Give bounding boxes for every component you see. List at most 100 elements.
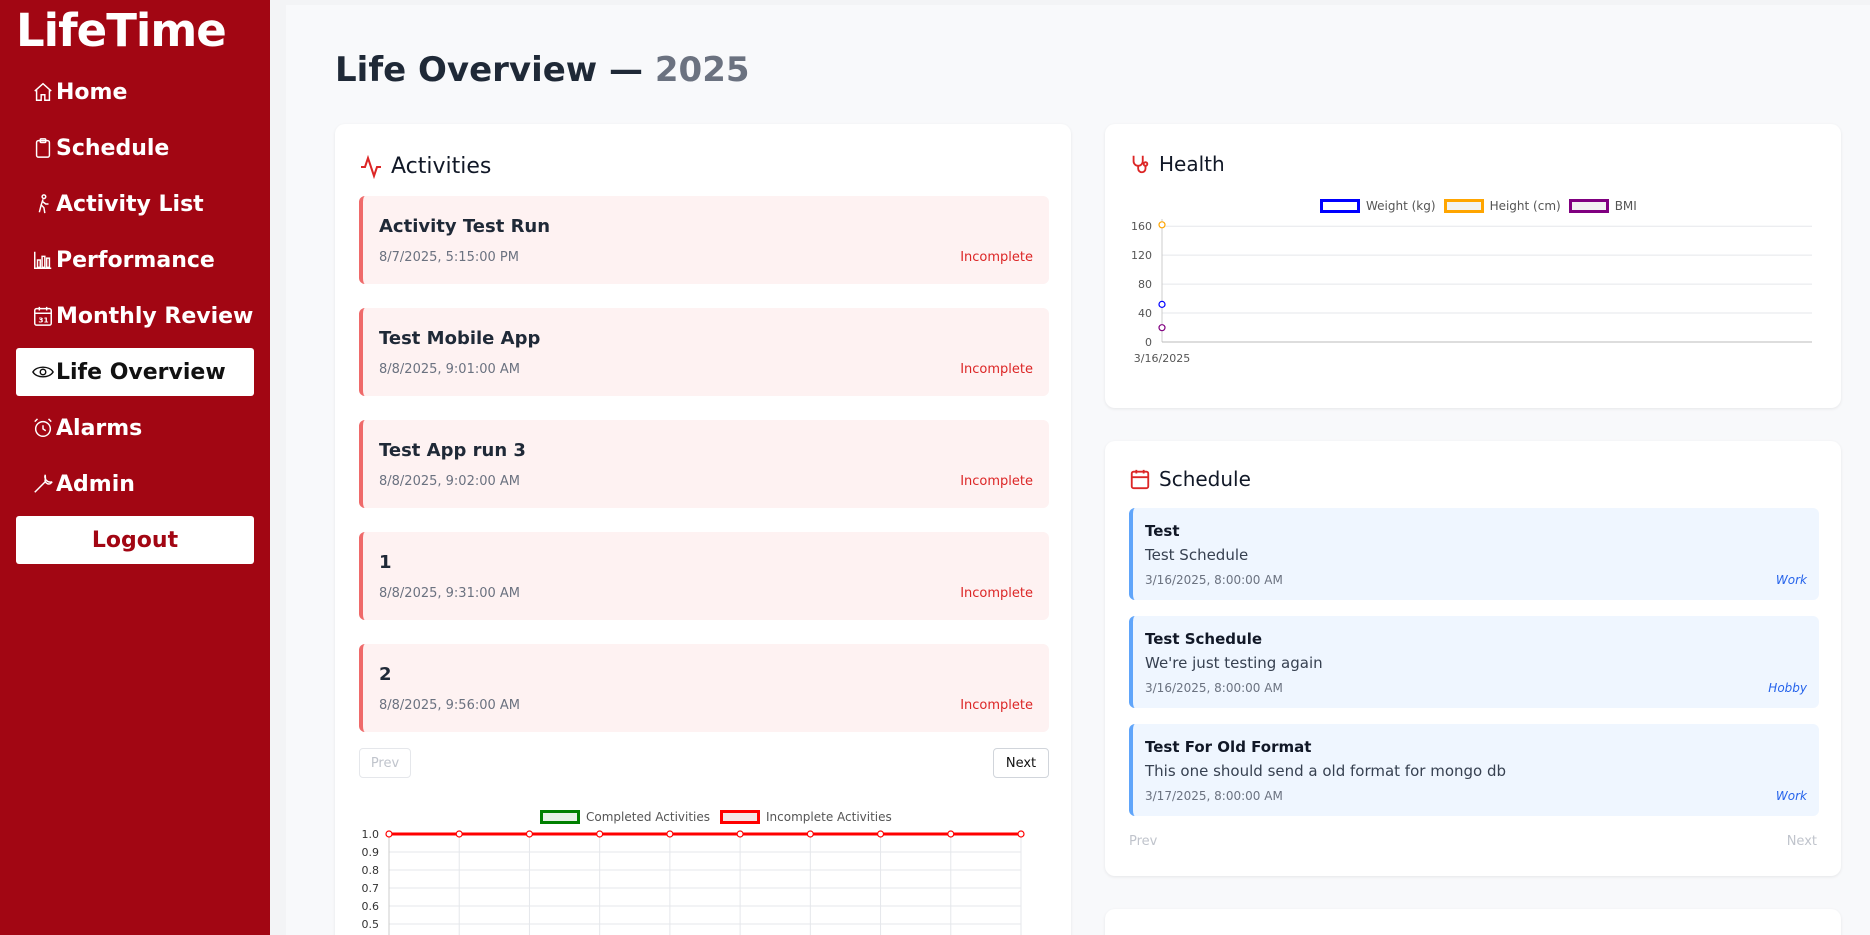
data-point [806, 830, 814, 838]
calendar-icon [1130, 469, 1150, 490]
activities-title: Activities [359, 154, 491, 179]
y-tick-label: 1.0 [362, 828, 380, 841]
activities-chart-legend: Completed Activities Incomplete Activiti… [540, 810, 892, 824]
y-tick-label: 0.8 [362, 864, 380, 877]
y-tick-label: 0.7 [362, 882, 380, 895]
sidebar-item-label: Alarms [56, 415, 143, 441]
page-title-text: Life Overview — [335, 50, 644, 90]
health-chart: 0 40 80 120 160 3/16/2025 [1131, 219, 1812, 365]
data-point [1158, 300, 1166, 308]
activity-item[interactable]: 2 8/8/2025, 9:56:00 AM Incomplete [359, 644, 1049, 732]
data-point [1017, 830, 1025, 838]
sidebar-item-label: Admin [56, 471, 135, 497]
y-tick-label: 0.6 [362, 900, 380, 913]
app-logo: LifeTime [16, 4, 227, 57]
activity-status: Incomplete [960, 250, 1033, 265]
activities-prev-button[interactable]: Prev [359, 748, 411, 778]
activity-status: Incomplete [960, 586, 1033, 601]
y-tick-label: 120 [1131, 249, 1152, 262]
data-point [455, 830, 463, 838]
legend-swatch-weight [1320, 199, 1360, 213]
activities-title-text: Activities [391, 154, 492, 179]
y-tick-label: 40 [1138, 307, 1152, 320]
health-title: Health [1129, 152, 1225, 176]
page-title: Life Overview — 2025 [335, 50, 750, 90]
data-point [596, 830, 604, 838]
activity-title: Test App run 3 [379, 440, 526, 461]
sidebar-item-label: Home [56, 79, 128, 105]
data-point [385, 830, 393, 838]
sidebar-item-label: Life Overview [56, 359, 226, 385]
legend-swatch-completed [540, 810, 580, 824]
schedule-item-title: Test Schedule [1145, 630, 1263, 648]
schedule-item[interactable]: Test Schedule We're just testing again 3… [1129, 616, 1819, 708]
sidebar-item-schedule[interactable]: Schedule [16, 124, 254, 172]
activity-item[interactable]: 1 8/8/2025, 9:31:00 AM Incomplete [359, 532, 1049, 620]
data-point [1158, 221, 1166, 229]
sidebar-item-label: Performance [56, 247, 215, 273]
legend-label-height: Height (cm) [1489, 199, 1561, 213]
activity-item[interactable]: Activity Test Run 8/7/2025, 5:15:00 PM I… [359, 196, 1049, 284]
stethoscope-icon [1132, 155, 1149, 174]
schedule-item-category: Work [1775, 789, 1807, 803]
activity-item[interactable]: Test Mobile App 8/8/2025, 9:01:00 AM Inc… [359, 308, 1049, 396]
sidebar-item-life-overview[interactable]: Life Overview [16, 348, 254, 396]
legend-swatch-bmi [1568, 199, 1609, 213]
activity-item[interactable]: Test App run 3 8/8/2025, 9:02:00 AM Inco… [359, 420, 1049, 508]
health-card: Health Weight (kg) Height (cm) BMI 0 40 80… [1105, 124, 1841, 408]
sidebar-item-alarms[interactable]: Alarms [16, 404, 254, 452]
y-tick-label: 0 [1145, 336, 1152, 349]
sidebar-item-monthly-review[interactable]: 31 Monthly Review [16, 292, 254, 340]
sidebar-nav: Home Schedule Activity List Performance … [16, 68, 254, 564]
schedule-item-description: Test Schedule [1145, 546, 1249, 564]
schedule-next-button[interactable]: Next [1787, 834, 1817, 849]
schedule-item[interactable]: Test For Old Format This one should send… [1129, 724, 1819, 816]
schedule-title: Schedule [1129, 467, 1251, 491]
activity-status: Incomplete [960, 698, 1033, 713]
schedule-card: Schedule Test Test Schedule 3/16/2025, 8… [1105, 441, 1841, 876]
home-icon [34, 82, 52, 101]
data-point [666, 830, 674, 838]
sidebar-item-label: Monthly Review [56, 303, 254, 329]
next-card [1105, 909, 1841, 935]
schedule-item-date: 3/16/2025, 8:00:00 AM [1145, 681, 1283, 695]
schedule-item-date: 3/16/2025, 8:00:00 AM [1145, 573, 1283, 587]
data-point [736, 830, 744, 838]
data-point [876, 830, 885, 838]
wrench-icon [34, 474, 53, 493]
y-tick-label: 160 [1131, 220, 1152, 233]
legend-swatch-height [1443, 199, 1484, 213]
activities-next-button[interactable]: Next [993, 748, 1049, 778]
activity-date: 8/8/2025, 9:56:00 AM [379, 698, 521, 713]
activity-title: Test Mobile App [379, 328, 541, 349]
data-point [1158, 324, 1166, 332]
sidebar-item-performance[interactable]: Performance [16, 236, 254, 284]
activity-date: 8/8/2025, 9:01:00 AM [379, 362, 521, 377]
alarm-clock-icon [34, 418, 52, 437]
sidebar-item-admin[interactable]: Admin [16, 460, 254, 508]
schedule-item[interactable]: Test Test Schedule 3/16/2025, 8:00:00 AM… [1129, 508, 1819, 600]
schedule-item-description: This one should send a old format for mo… [1145, 762, 1507, 780]
schedule-item-title: Test For Old Format [1145, 738, 1312, 756]
walking-icon [38, 194, 49, 214]
schedule-item-description: We're just testing again [1145, 654, 1323, 672]
legend-swatch-incomplete [720, 810, 761, 824]
svg-text:31: 31 [38, 315, 48, 324]
logout-button[interactable]: Logout [16, 516, 254, 564]
schedule-item-category: Hobby [1768, 681, 1807, 695]
schedule-prev-button[interactable]: Prev [1129, 834, 1157, 849]
sidebar-item-home[interactable]: Home [16, 68, 254, 116]
y-tick-label: 0.5 [362, 918, 380, 931]
health-title-text: Health [1159, 152, 1225, 176]
schedule-item-title: Test [1145, 522, 1180, 540]
page-year: 2025 [654, 50, 750, 90]
sidebar-item-activity-list[interactable]: Activity List [16, 180, 254, 228]
schedule-title-text: Schedule [1159, 467, 1251, 491]
activities-card: Activities Activity Test Run 8/7/2025, 5… [335, 124, 1071, 935]
legend-label-incomplete: Incomplete Activities [766, 810, 892, 824]
y-tick-label: 80 [1138, 278, 1152, 291]
sidebar-item-label: Activity List [56, 191, 204, 217]
activity-date: 8/8/2025, 9:31:00 AM [379, 586, 521, 601]
activity-date: 8/7/2025, 5:15:00 PM [379, 250, 519, 265]
activity-status: Incomplete [960, 362, 1033, 377]
